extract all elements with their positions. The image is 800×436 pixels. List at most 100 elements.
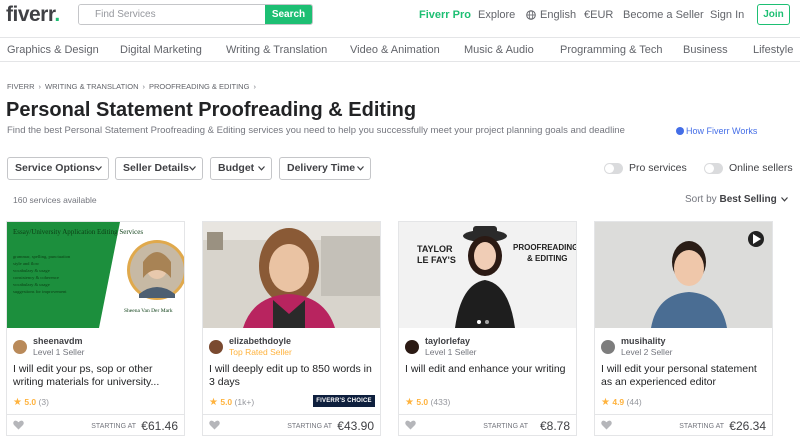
filter-seller-details[interactable]: Seller Details [115, 157, 203, 180]
filter-budget[interactable]: Budget [210, 157, 272, 180]
language-selector[interactable]: English [526, 9, 576, 21]
thumbnail-line-text: vocabulary & usage [13, 268, 50, 273]
gig-price: €43.90 [337, 419, 374, 433]
search-button[interactable]: Search [265, 5, 312, 24]
gig-thumbnail[interactable]: Essay/University Application Editing Ser… [7, 222, 184, 328]
avatar[interactable] [601, 340, 615, 354]
become-seller-link[interactable]: Become a Seller [623, 9, 704, 21]
gig-card[interactable]: TAYLOR LE FAY'S PROOFREADING & EDITING t… [398, 221, 577, 436]
gig-thumbnail[interactable]: TAYLOR LE FAY'S PROOFREADING & EDITING [399, 222, 576, 328]
seller-name[interactable]: musihality [621, 336, 666, 346]
fiverrs-choice-badge: FIVERR'S CHOICE [313, 395, 375, 407]
star-icon: ★ [601, 397, 610, 408]
heart-icon[interactable] [13, 420, 24, 430]
how-fiverr-works-label: How Fiverr Works [686, 126, 758, 136]
filter-service-options[interactable]: Service Options [7, 157, 109, 180]
filter-delivery-time[interactable]: Delivery Time [279, 157, 371, 180]
thumbnail-line-text: style and flow [13, 261, 40, 266]
chevron-down-icon [780, 197, 788, 202]
thumbnail-name-text: LE FAY'S [417, 255, 456, 265]
thumbnail-name-text: TAYLOR [417, 244, 453, 254]
search-input[interactable] [79, 5, 267, 24]
pro-services-toggle[interactable] [604, 163, 623, 174]
gig-thumbnail[interactable] [203, 222, 380, 328]
gig-card[interactable]: musihality Level 2 Seller I will edit yo… [594, 221, 773, 436]
chevron-down-icon [258, 166, 265, 171]
gig-footer: STARTING AT €43.90 [203, 414, 380, 436]
heart-icon[interactable] [405, 420, 416, 430]
play-circle-icon [676, 127, 684, 135]
how-fiverr-works-link[interactable]: How Fiverr Works [676, 126, 757, 136]
breadcrumb-writing-translation[interactable]: WRITING & TRANSLATION [45, 82, 138, 91]
star-icon: ★ [405, 397, 414, 408]
filter-budget-label: Budget [218, 162, 255, 174]
starting-at-label: STARTING AT [91, 423, 136, 430]
seller-level: Level 1 Seller [33, 347, 85, 357]
avatar[interactable] [405, 340, 419, 354]
chevron-down-icon [357, 166, 364, 171]
online-sellers-toggle[interactable] [704, 163, 723, 174]
star-icon: ★ [209, 397, 218, 408]
sign-in-link[interactable]: Sign In [710, 9, 744, 21]
category-graphics-design[interactable]: Graphics & Design [7, 44, 99, 56]
category-programming-tech[interactable]: Programming & Tech [560, 44, 663, 56]
gig-card[interactable]: elizabethdoyle Top Rated Seller I will d… [202, 221, 381, 436]
chevron-right-icon: › [38, 82, 42, 91]
thumbnail-heading-text: Essay/University Application Editing Ser… [13, 228, 143, 236]
rating-value: 4.9 [612, 397, 625, 407]
gig-rating: ★ 4.9 (44) [601, 397, 642, 408]
thumbnail-name-text: Sheena Van Der Mark [124, 308, 173, 314]
chevron-right-icon: › [142, 82, 146, 91]
category-digital-marketing[interactable]: Digital Marketing [120, 44, 202, 56]
category-video-animation[interactable]: Video & Animation [350, 44, 440, 56]
seller-level: Level 1 Seller [425, 347, 477, 357]
category-music-audio[interactable]: Music & Audio [464, 44, 534, 56]
avatar[interactable] [13, 340, 27, 354]
category-nav: Graphics & Design Digital Marketing Writ… [0, 37, 800, 62]
chevron-right-icon: › [253, 82, 256, 91]
gig-card[interactable]: Essay/University Application Editing Ser… [6, 221, 185, 436]
gig-title[interactable]: I will edit your personal statement as a… [601, 363, 766, 389]
gig-thumbnail-image: Essay/University Application Editing Ser… [7, 222, 184, 328]
breadcrumb-proofreading-editing[interactable]: PROOFREADING & EDITING [149, 82, 249, 91]
online-sellers-label: Online sellers [729, 162, 793, 174]
gig-rating: ★ 5.0 (1k+) [209, 397, 254, 408]
category-business[interactable]: Business [683, 44, 728, 56]
starting-at-label: STARTING AT [483, 423, 528, 430]
logo-dot: . [54, 3, 60, 26]
category-lifestyle[interactable]: Lifestyle [753, 44, 793, 56]
chevron-down-icon [189, 166, 196, 171]
join-button[interactable]: Join [757, 4, 790, 25]
page-subtitle: Find the best Personal Statement Proofre… [7, 125, 625, 136]
review-count: (1k+) [234, 397, 255, 407]
thumbnail-line-text: vocabulary & usage [13, 282, 50, 287]
gig-thumbnail[interactable] [595, 222, 772, 328]
globe-icon [526, 10, 536, 20]
sort-value: Best Selling [719, 194, 777, 205]
heart-icon[interactable] [601, 420, 612, 430]
avatar[interactable] [209, 340, 223, 354]
heart-icon[interactable] [209, 420, 220, 430]
top-header: fiverr. Search Fiverr Pro Explore Englis… [0, 0, 800, 30]
currency-selector[interactable]: €EUR [584, 9, 613, 21]
fiverr-logo[interactable]: fiverr. [6, 3, 60, 27]
explore-link[interactable]: Explore [478, 9, 515, 21]
seller-name[interactable]: taylorlefay [425, 336, 470, 346]
fiverr-pro-link[interactable]: Fiverr Pro [419, 9, 471, 21]
filter-service-options-label: Service Options [15, 162, 95, 174]
gig-footer: STARTING AT €8.78 [399, 414, 576, 436]
gig-title[interactable]: I will deeply edit up to 850 words in 3 … [209, 363, 374, 389]
page-title: Personal Statement Proofreading & Editin… [6, 99, 417, 121]
sort-dropdown[interactable]: Sort by Best Selling [685, 194, 788, 205]
gig-title[interactable]: I will edit and enhance your writing [405, 363, 570, 376]
rating-value: 5.0 [24, 397, 37, 407]
rating-value: 5.0 [220, 397, 233, 407]
category-writing-translation[interactable]: Writing & Translation [226, 44, 327, 56]
gig-price: €61.46 [141, 419, 178, 433]
language-label: English [540, 9, 577, 21]
breadcrumb-fiverr[interactable]: FIVERR [7, 82, 35, 91]
seller-name[interactable]: sheenavdm [33, 336, 83, 346]
seller-name[interactable]: elizabethdoyle [229, 336, 291, 346]
logo-text: fiverr [6, 3, 55, 26]
gig-title[interactable]: I will edit your ps, sop or other writin… [13, 363, 178, 389]
